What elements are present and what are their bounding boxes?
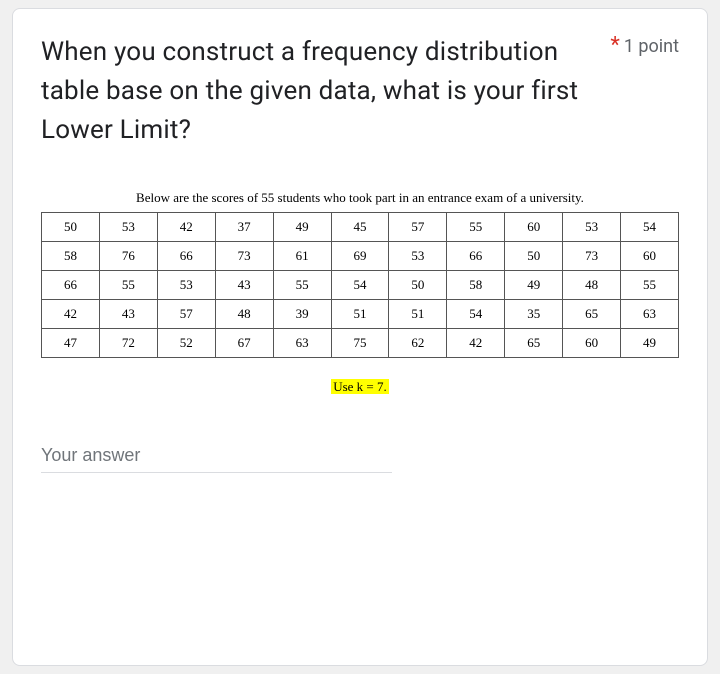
table-cell: 52 bbox=[157, 329, 215, 358]
table-cell: 65 bbox=[505, 329, 563, 358]
table-cell: 35 bbox=[505, 300, 563, 329]
table-cell: 55 bbox=[447, 213, 505, 242]
scores-table: 5053423749455755605354587666736169536650… bbox=[41, 212, 679, 358]
table-cell: 53 bbox=[563, 213, 621, 242]
data-block: Below are the scores of 55 students who … bbox=[41, 190, 679, 395]
table-cell: 50 bbox=[505, 242, 563, 271]
table-cell: 49 bbox=[505, 271, 563, 300]
answer-input[interactable] bbox=[41, 441, 392, 473]
table-row: 5053423749455755605354 bbox=[42, 213, 679, 242]
table-cell: 73 bbox=[215, 242, 273, 271]
formula-note: Use k = 7. bbox=[41, 376, 679, 395]
table-cell: 76 bbox=[99, 242, 157, 271]
table-cell: 55 bbox=[621, 271, 679, 300]
table-cell: 66 bbox=[447, 242, 505, 271]
table-cell: 54 bbox=[331, 271, 389, 300]
table-cell: 66 bbox=[157, 242, 215, 271]
points-label: 1 point bbox=[624, 36, 679, 57]
table-cell: 47 bbox=[42, 329, 100, 358]
table-cell: 60 bbox=[621, 242, 679, 271]
table-row: 6655534355545058494855 bbox=[42, 271, 679, 300]
table-row: 4243574839515154356563 bbox=[42, 300, 679, 329]
table-cell: 58 bbox=[42, 242, 100, 271]
table-cell: 55 bbox=[99, 271, 157, 300]
table-cell: 51 bbox=[389, 300, 447, 329]
table-cell: 54 bbox=[447, 300, 505, 329]
table-cell: 67 bbox=[215, 329, 273, 358]
table-cell: 75 bbox=[331, 329, 389, 358]
question-title: When you construct a frequency distribut… bbox=[41, 33, 598, 150]
required-asterisk-icon: * bbox=[610, 33, 619, 58]
table-cell: 51 bbox=[331, 300, 389, 329]
table-cell: 48 bbox=[563, 271, 621, 300]
table-cell: 62 bbox=[389, 329, 447, 358]
table-cell: 55 bbox=[273, 271, 331, 300]
table-cell: 63 bbox=[621, 300, 679, 329]
table-cell: 66 bbox=[42, 271, 100, 300]
table-cell: 43 bbox=[99, 300, 157, 329]
table-cell: 69 bbox=[331, 242, 389, 271]
table-cell: 45 bbox=[331, 213, 389, 242]
question-header: When you construct a frequency distribut… bbox=[41, 33, 679, 150]
table-cell: 61 bbox=[273, 242, 331, 271]
table-cell: 58 bbox=[447, 271, 505, 300]
table-cell: 42 bbox=[157, 213, 215, 242]
question-card: When you construct a frequency distribut… bbox=[12, 8, 708, 666]
points-group: * 1 point bbox=[610, 33, 679, 59]
answer-row bbox=[41, 441, 679, 473]
table-cell: 49 bbox=[621, 329, 679, 358]
table-row: 5876667361695366507360 bbox=[42, 242, 679, 271]
table-cell: 43 bbox=[215, 271, 273, 300]
table-cell: 53 bbox=[389, 242, 447, 271]
table-cell: 50 bbox=[389, 271, 447, 300]
table-cell: 60 bbox=[505, 213, 563, 242]
table-cell: 63 bbox=[273, 329, 331, 358]
table-cell: 57 bbox=[389, 213, 447, 242]
table-cell: 60 bbox=[563, 329, 621, 358]
table-cell: 73 bbox=[563, 242, 621, 271]
table-cell: 72 bbox=[99, 329, 157, 358]
table-cell: 48 bbox=[215, 300, 273, 329]
table-cell: 39 bbox=[273, 300, 331, 329]
table-cell: 54 bbox=[621, 213, 679, 242]
table-cell: 42 bbox=[447, 329, 505, 358]
formula-note-text: Use k = 7. bbox=[331, 379, 389, 394]
table-cell: 53 bbox=[99, 213, 157, 242]
table-cell: 37 bbox=[215, 213, 273, 242]
table-cell: 42 bbox=[42, 300, 100, 329]
table-cell: 57 bbox=[157, 300, 215, 329]
table-cell: 49 bbox=[273, 213, 331, 242]
table-caption: Below are the scores of 55 students who … bbox=[41, 190, 679, 206]
table-row: 4772526763756242656049 bbox=[42, 329, 679, 358]
table-cell: 65 bbox=[563, 300, 621, 329]
table-cell: 50 bbox=[42, 213, 100, 242]
table-cell: 53 bbox=[157, 271, 215, 300]
